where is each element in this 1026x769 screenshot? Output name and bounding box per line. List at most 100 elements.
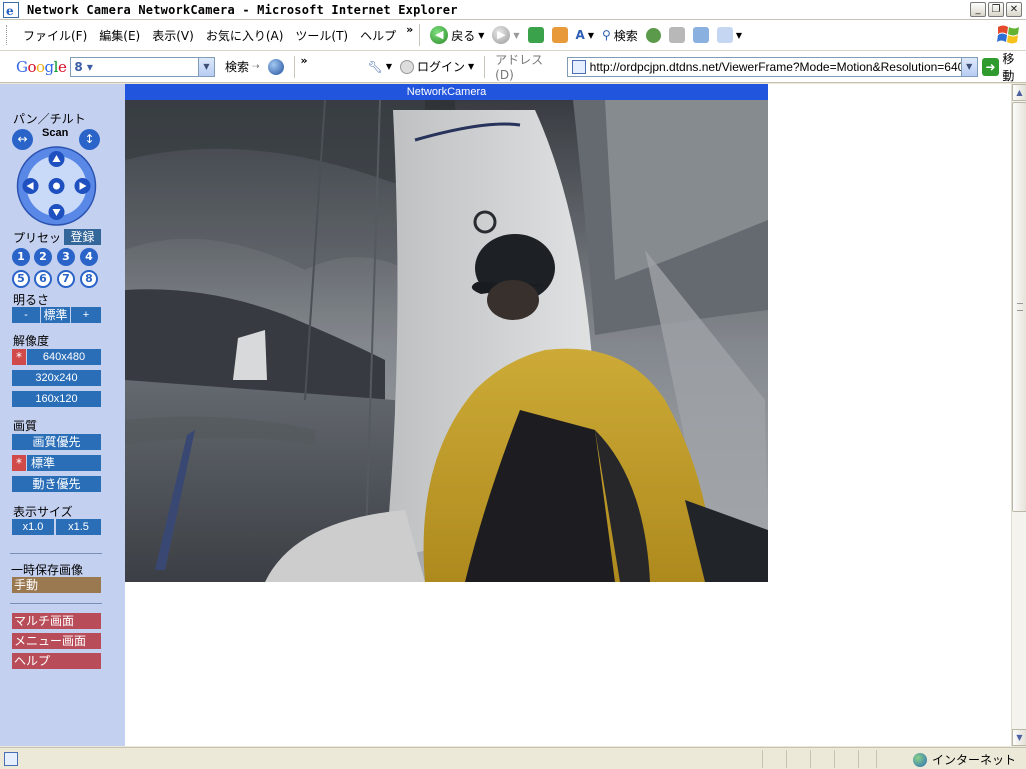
address-toolbar: Google 8 ▾ ▼ 検索 ⇢ » 🔧︎ ▼ ログイン ▼ アドレス(D) … <box>0 51 1026 83</box>
quality-selected-marker: * <box>12 455 26 471</box>
globe-icon <box>267 58 284 75</box>
preset-6-button[interactable]: 6 <box>34 270 52 288</box>
menu-edit[interactable]: 編集(E) <box>93 27 146 44</box>
preset-2-button[interactable]: 2 <box>34 248 52 266</box>
back-button[interactable]: ◀ 戻る ▼ <box>426 26 488 44</box>
internet-globe-icon <box>912 752 927 767</box>
motion-priority-button[interactable]: 動き優先 <box>12 476 101 492</box>
preset-7-button[interactable]: 7 <box>57 270 75 288</box>
brightness-minus-button[interactable]: - <box>12 307 40 323</box>
home-button[interactable] <box>548 27 572 43</box>
scroll-grip-icon <box>1017 303 1023 311</box>
menu-screen-link[interactable]: メニュー画面 <box>12 633 101 649</box>
quality-label: 画質 <box>13 419 38 433</box>
forward-button[interactable]: ▶ ▼ <box>488 26 523 44</box>
menu-help[interactable]: ヘルプ <box>354 27 402 44</box>
scroll-up-button[interactable]: ▲ <box>1012 84 1026 101</box>
forward-dropdown-icon[interactable]: ▼ <box>513 31 519 40</box>
google-search-input[interactable]: 8 ▾ ▼ <box>70 56 215 77</box>
window-title: Network Camera NetworkCamera - Microsoft… <box>27 2 458 17</box>
title-bar: e Network Camera NetworkCamera - Microso… <box>0 0 1026 20</box>
address-input[interactable]: http://ordpcjpn.dtdns.net/ViewerFrame?Mo… <box>566 56 978 77</box>
pan-right-button <box>74 178 91 194</box>
page-status-icon <box>4 751 18 766</box>
brightness-label: 明るさ <box>13 293 50 307</box>
refresh-button[interactable] <box>524 27 548 43</box>
google-logo: Google <box>16 57 67 76</box>
status-pane-6 <box>876 749 877 768</box>
quality-priority-button[interactable]: 画質優先 <box>12 434 101 450</box>
minimize-button[interactable]: _ <box>970 2 986 17</box>
login-circle-icon <box>400 59 414 74</box>
restore-button[interactable]: ❐ <box>988 2 1004 17</box>
size-x15-button[interactable]: x1.5 <box>56 519 101 535</box>
favorites-panel-button[interactable] <box>689 27 713 43</box>
help-link[interactable]: ヘルプ <box>12 653 101 669</box>
close-button[interactable]: ✕ <box>1006 2 1022 17</box>
google-overflow-chevron[interactable]: » <box>301 54 308 67</box>
search-button[interactable]: ⚲ 検索 <box>598 27 642 44</box>
google-pagerank-button[interactable] <box>264 58 288 75</box>
ie-icon: e <box>3 1 19 18</box>
brightness-standard-button[interactable]: 標準 <box>41 307 70 323</box>
mail-button[interactable]: ▼ <box>713 27 746 43</box>
login-button[interactable]: ログイン ▼ <box>396 58 478 75</box>
google-search-button[interactable]: 検索 ⇢ <box>221 58 264 75</box>
google-g-icon: 8 ▾ <box>74 59 93 74</box>
preset-1-button[interactable]: 1 <box>12 248 30 266</box>
menu-overflow-chevron[interactable]: » <box>406 23 413 36</box>
scroll-down-button[interactable]: ▼ <box>1012 729 1026 746</box>
vertical-scrollbar[interactable]: ▲ ▼ <box>1011 84 1026 746</box>
resolution-640-button[interactable]: 640x480 <box>27 349 101 365</box>
menu-tools[interactable]: ツール(T) <box>289 27 354 44</box>
font-size-icon: A <box>575 28 585 42</box>
back-label: 戻る <box>451 28 476 43</box>
preset-4-button[interactable]: 4 <box>80 248 98 266</box>
font-size-dropdown-icon[interactable]: ▼ <box>588 31 594 40</box>
menu-file[interactable]: ファイル(F) <box>17 27 93 44</box>
go-button[interactable]: ➜ 移動 <box>981 50 1026 84</box>
brightness-plus-button[interactable]: + <box>71 307 101 323</box>
address-url[interactable]: http://ordpcjpn.dtdns.net/ViewerFrame?Mo… <box>590 60 961 74</box>
toolbar-grip[interactable] <box>6 25 9 45</box>
address-dropdown-icon[interactable]: ▼ <box>960 57 977 76</box>
resolution-160-button[interactable]: 160x120 <box>12 391 101 407</box>
search-icon: ⚲ <box>602 28 611 42</box>
pan-tilt-pad[interactable] <box>15 146 98 226</box>
back-arrow-icon: ◀ <box>430 26 449 44</box>
menu-view[interactable]: 表示(V) <box>146 27 200 44</box>
mail-dropdown-icon[interactable]: ▼ <box>736 31 742 40</box>
register-preset-button[interactable]: 登録 <box>64 229 101 245</box>
sidebar-divider-1 <box>10 553 102 554</box>
multi-screen-link[interactable]: マルチ画面 <box>12 613 101 629</box>
manual-save-button[interactable]: 手動 <box>12 577 101 593</box>
quality-standard-button[interactable]: 標準 <box>27 455 101 471</box>
settings-dropdown-icon[interactable]: ▼ <box>386 62 392 71</box>
google-settings-button[interactable]: 🔧︎ ▼ <box>364 60 396 74</box>
preset-5-button[interactable]: 5 <box>12 270 30 288</box>
svg-text:e: e <box>6 4 14 18</box>
security-zone: インターネット <box>912 751 1016 768</box>
history-button[interactable] <box>642 27 665 43</box>
wrench-icon: 🔧︎ <box>367 59 383 74</box>
font-size-button[interactable]: A ▼ <box>572 28 598 42</box>
google-dropdown-icon[interactable]: ▼ <box>197 57 214 76</box>
login-dropdown-icon[interactable]: ▼ <box>468 62 474 71</box>
print-button[interactable] <box>665 27 689 43</box>
camera-content: NetworkCamera <box>125 84 1011 746</box>
sidebar-divider-2 <box>10 603 102 604</box>
status-pane-4 <box>834 749 835 768</box>
menu-favorites[interactable]: お気に入り(A) <box>200 27 290 44</box>
camera-live-image[interactable] <box>125 100 768 582</box>
status-pane-5 <box>858 749 859 768</box>
preset-3-button[interactable]: 3 <box>57 248 75 266</box>
toolbar-separator-2 <box>293 55 295 78</box>
temp-save-label: 一時保存画像 <box>11 563 84 577</box>
back-dropdown-icon[interactable]: ▼ <box>478 31 484 40</box>
preset-8-button[interactable]: 8 <box>80 270 98 288</box>
scroll-thumb[interactable] <box>1012 102 1026 512</box>
status-pane-2 <box>786 749 787 768</box>
status-bar: インターネット <box>0 747 1026 769</box>
resolution-320-button[interactable]: 320x240 <box>12 370 101 386</box>
size-x1-button[interactable]: x1.0 <box>12 519 54 535</box>
